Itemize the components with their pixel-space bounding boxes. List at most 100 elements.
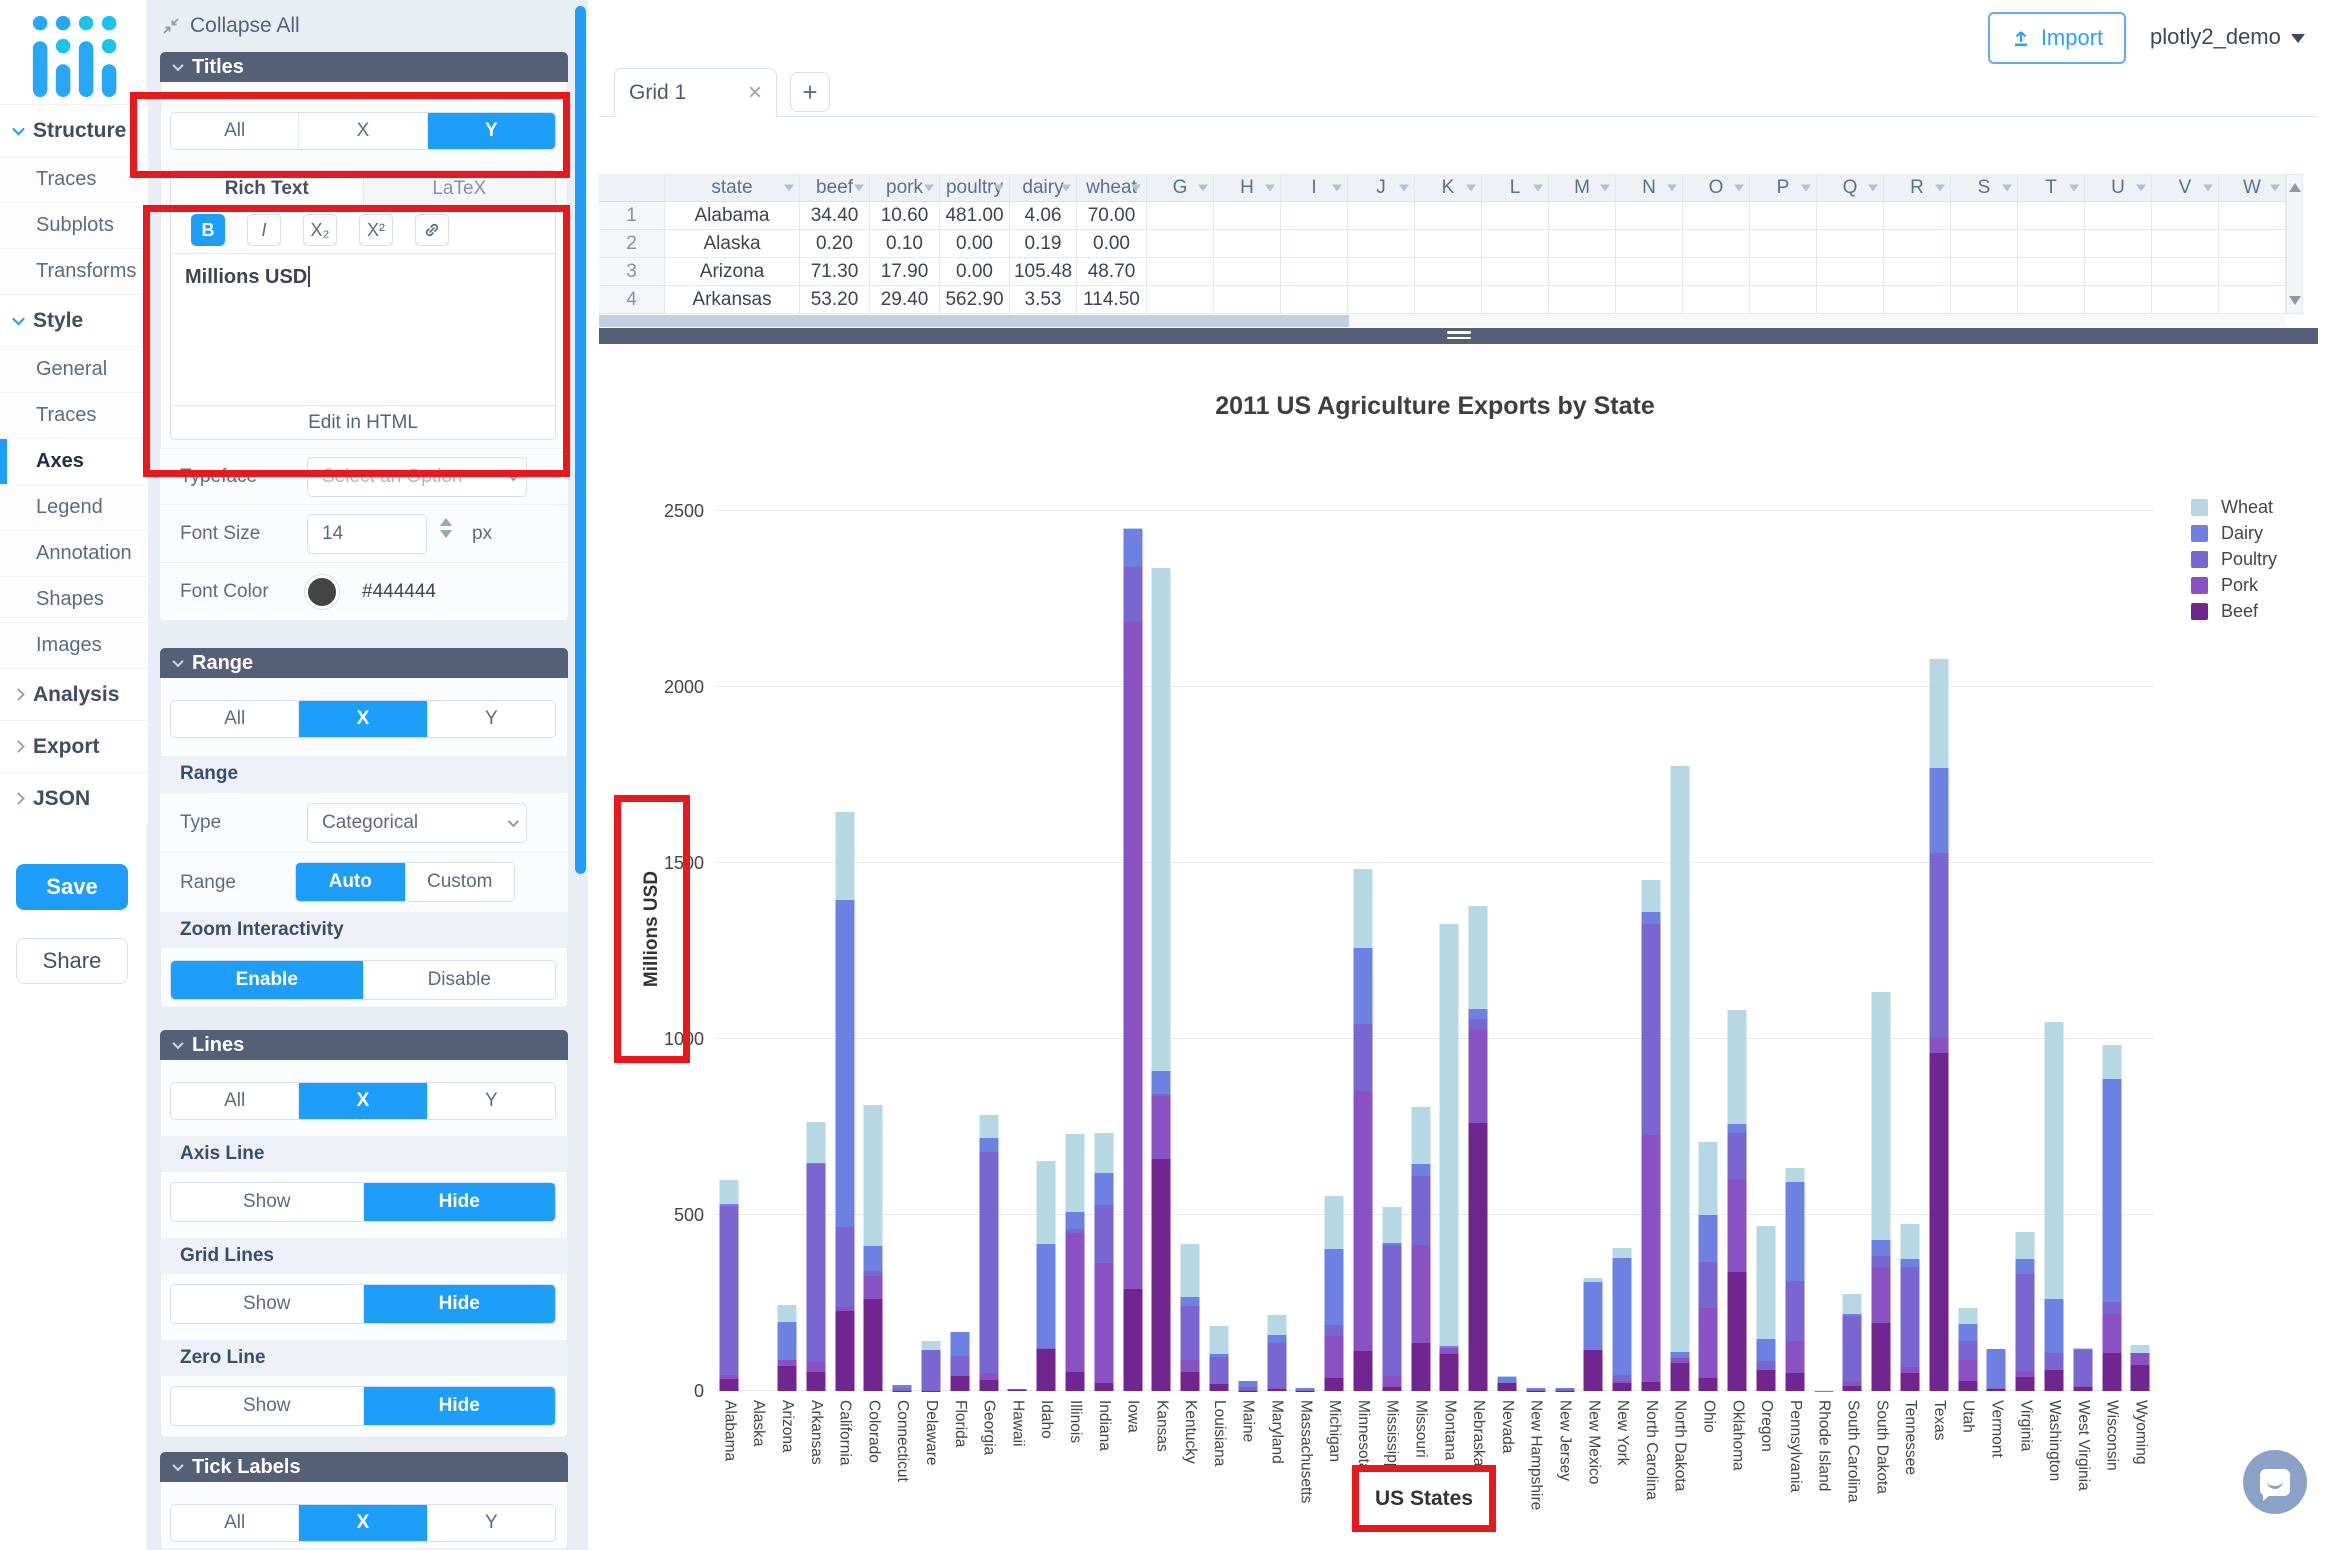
bar-segment-pork[interactable] bbox=[1728, 1179, 1747, 1272]
bar-segment-wheat[interactable] bbox=[1469, 906, 1488, 1009]
filter-caret-icon[interactable] bbox=[1061, 184, 1071, 191]
bar-segment-pork[interactable] bbox=[1094, 1263, 1113, 1383]
save-button[interactable]: Save bbox=[16, 864, 128, 910]
table-cell-empty[interactable] bbox=[2152, 258, 2219, 286]
table-cell[interactable]: 0.19 bbox=[1010, 230, 1077, 258]
stacked-bar-georgia[interactable] bbox=[979, 1115, 998, 1391]
sidebar-item-shapes[interactable]: Shapes bbox=[0, 576, 148, 622]
sidebar-item-legend[interactable]: Legend bbox=[0, 484, 148, 530]
table-cell-empty[interactable] bbox=[1683, 286, 1750, 314]
stacked-bar-kentucky[interactable] bbox=[1181, 1244, 1200, 1391]
range-tab-y[interactable]: Y bbox=[427, 701, 555, 737]
stacked-bar-texas[interactable] bbox=[1929, 659, 1948, 1391]
column-header-wheat[interactable]: wheat bbox=[1077, 174, 1147, 202]
table-row[interactable]: 3Arizona71.3017.900.00105.4848.70 bbox=[599, 258, 2286, 286]
table-cell-empty[interactable] bbox=[1147, 230, 1214, 258]
table-cell-empty[interactable] bbox=[1817, 258, 1884, 286]
table-cell-empty[interactable] bbox=[2219, 230, 2286, 258]
table-cell-empty[interactable] bbox=[1348, 258, 1415, 286]
sidebar-item-images[interactable]: Images bbox=[0, 622, 148, 668]
bar-segment-wheat[interactable] bbox=[1728, 1010, 1747, 1124]
bar-segment-pork[interactable] bbox=[1123, 622, 1142, 1289]
table-vertical-scrollbar[interactable] bbox=[2286, 174, 2303, 314]
stacked-bar-florida[interactable] bbox=[950, 1332, 969, 1391]
table-cell-empty[interactable] bbox=[1281, 202, 1348, 230]
bar-segment-beef[interactable] bbox=[806, 1372, 825, 1391]
bar-segment-beef[interactable] bbox=[1325, 1378, 1344, 1391]
bar-segment-poultry[interactable] bbox=[2073, 1350, 2092, 1386]
bar-segment-dairy[interactable] bbox=[1699, 1215, 1718, 1262]
bar-segment-beef[interactable] bbox=[2131, 1365, 2150, 1391]
bar-segment-poultry[interactable] bbox=[1785, 1281, 1804, 1341]
table-cell-empty[interactable] bbox=[2085, 230, 2152, 258]
bar-segment-beef[interactable] bbox=[1670, 1363, 1689, 1391]
zoom-disable-button[interactable]: Disable bbox=[363, 961, 556, 999]
table-cell[interactable]: 4.06 bbox=[1010, 202, 1077, 230]
table-cell-empty[interactable] bbox=[1750, 286, 1817, 314]
bar-segment-poultry[interactable] bbox=[1641, 924, 1660, 1135]
grid-tab[interactable]: Grid 1 × bbox=[614, 68, 777, 117]
stacked-bar-nevada[interactable] bbox=[1497, 1376, 1516, 1391]
bar-segment-poultry[interactable] bbox=[1929, 853, 1948, 1038]
bar-segment-poultry[interactable] bbox=[1181, 1306, 1200, 1359]
table-cell-empty[interactable] bbox=[1616, 202, 1683, 230]
bar-segment-pork[interactable] bbox=[1469, 1030, 1488, 1122]
stacked-bar-arizona[interactable] bbox=[777, 1305, 796, 1391]
filter-caret-icon[interactable] bbox=[1131, 184, 1141, 191]
column-header-g[interactable]: G bbox=[1147, 174, 1214, 202]
bar-segment-beef[interactable] bbox=[1209, 1384, 1228, 1391]
bar-segment-pork[interactable] bbox=[1872, 1267, 1891, 1323]
filter-caret-icon[interactable] bbox=[1399, 184, 1409, 191]
table-cell[interactable]: Arkansas bbox=[665, 286, 800, 314]
bar-segment-dairy[interactable] bbox=[979, 1138, 998, 1152]
bar-segment-beef[interactable] bbox=[1037, 1349, 1056, 1391]
bar-segment-wheat[interactable] bbox=[1382, 1207, 1401, 1243]
tick-labels-tab-all[interactable]: All bbox=[171, 1505, 298, 1541]
filter-caret-icon[interactable] bbox=[2203, 184, 2213, 191]
column-header-k[interactable]: K bbox=[1415, 174, 1482, 202]
table-cell-empty[interactable] bbox=[1549, 230, 1616, 258]
table-cell[interactable]: 3.53 bbox=[1010, 286, 1077, 314]
table-cell-empty[interactable] bbox=[1884, 202, 1951, 230]
bar-segment-dairy[interactable] bbox=[1929, 768, 1948, 853]
bar-segment-dairy[interactable] bbox=[1267, 1335, 1286, 1344]
table-cell[interactable]: 0.00 bbox=[940, 230, 1010, 258]
bar-segment-poultry[interactable] bbox=[1094, 1205, 1113, 1263]
column-header-beef[interactable]: beef bbox=[800, 174, 870, 202]
bar-segment-wheat[interactable] bbox=[1843, 1294, 1862, 1313]
bar-segment-pork[interactable] bbox=[1785, 1341, 1804, 1373]
bar-segment-dairy[interactable] bbox=[1181, 1297, 1200, 1307]
bar-segment-wheat[interactable] bbox=[864, 1105, 883, 1246]
bar-segment-beef[interactable] bbox=[2073, 1387, 2092, 1391]
bar-segment-wheat[interactable] bbox=[1353, 869, 1372, 947]
bar-segment-pork[interactable] bbox=[1353, 1091, 1372, 1352]
table-cell[interactable]: 10.60 bbox=[870, 202, 940, 230]
stacked-bar-ohio[interactable] bbox=[1699, 1142, 1718, 1391]
legend-item-pork[interactable]: Pork bbox=[2191, 572, 2277, 598]
table-cell[interactable]: 114.50 bbox=[1077, 286, 1147, 314]
stacked-bar-north-dakota[interactable] bbox=[1670, 766, 1689, 1391]
stacked-bar-oregon[interactable] bbox=[1757, 1226, 1776, 1391]
column-header-m[interactable]: M bbox=[1549, 174, 1616, 202]
bar-segment-pork[interactable] bbox=[1382, 1376, 1401, 1387]
collapse-all-button[interactable]: Collapse All bbox=[162, 12, 300, 40]
stacked-bar-utah[interactable] bbox=[1958, 1308, 1977, 1391]
table-cell-empty[interactable] bbox=[1147, 202, 1214, 230]
bar-segment-beef[interactable] bbox=[1008, 1390, 1027, 1391]
bar-segment-dairy[interactable] bbox=[2016, 1259, 2035, 1274]
bar-segment-pork[interactable] bbox=[2102, 1314, 2121, 1353]
stacked-bar-maine[interactable] bbox=[1238, 1381, 1257, 1391]
tick-labels-tab-x[interactable]: X bbox=[298, 1505, 426, 1541]
table-horizontal-scrollbar[interactable] bbox=[599, 315, 2286, 327]
bar-segment-beef[interactable] bbox=[1929, 1053, 1948, 1391]
share-button[interactable]: Share bbox=[16, 938, 128, 984]
axis-line-show-button[interactable]: Show bbox=[171, 1183, 363, 1221]
bar-segment-poultry[interactable] bbox=[1872, 1256, 1891, 1266]
column-header-v[interactable]: V bbox=[2152, 174, 2219, 202]
bar-segment-dairy[interactable] bbox=[1785, 1182, 1804, 1281]
bar-segment-poultry[interactable] bbox=[921, 1350, 940, 1390]
titles-section-header[interactable]: Titles bbox=[160, 52, 568, 82]
table-cell-empty[interactable] bbox=[1415, 258, 1482, 286]
bar-segment-poultry[interactable] bbox=[1267, 1343, 1286, 1388]
bar-segment-wheat[interactable] bbox=[2016, 1232, 2035, 1259]
